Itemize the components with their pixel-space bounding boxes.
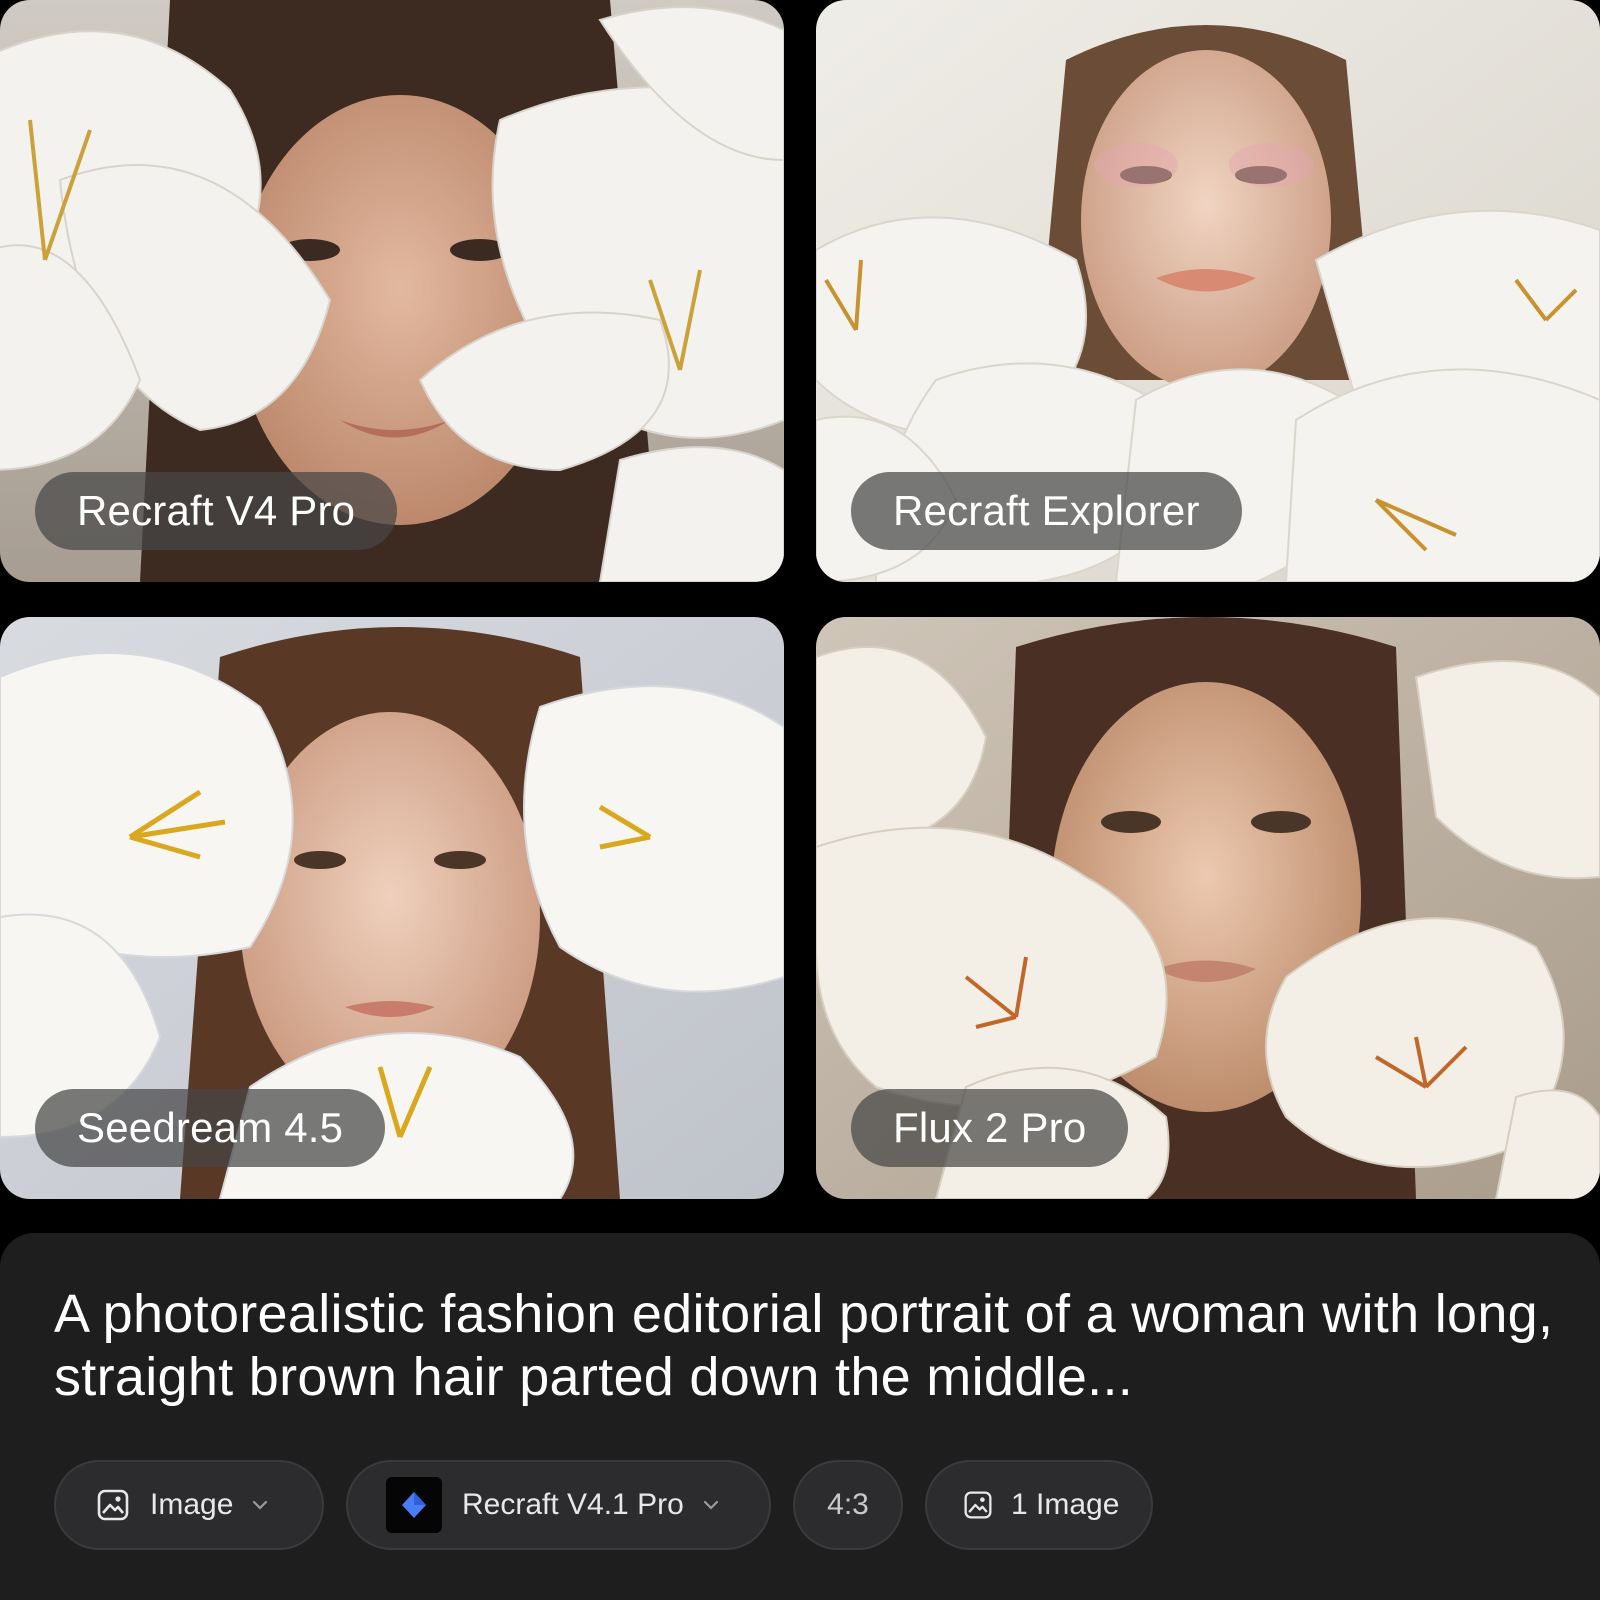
result-tile-2[interactable]: Recraft Explorer — [816, 0, 1600, 582]
output-type-label: Image — [150, 1488, 234, 1521]
model-name-label: Flux 2 Pro — [851, 1089, 1129, 1167]
aspect-ratio-button[interactable]: 4:3 — [793, 1460, 903, 1550]
result-tile-4[interactable]: Flux 2 Pro — [816, 617, 1600, 1199]
image-count-label: 1 Image — [1011, 1488, 1120, 1521]
app-page: Recraft V4 Pro Recraft Explorer Seedream… — [0, 0, 1600, 1600]
image-icon — [97, 1489, 129, 1521]
model-name-label: Seedream 4.5 — [35, 1089, 386, 1167]
output-type-dropdown[interactable]: Image — [54, 1460, 324, 1550]
model-name-label: Recraft Explorer — [851, 472, 1242, 550]
chevron-down-icon — [253, 1500, 268, 1510]
model-selector-dropdown[interactable]: Recraft V4.1 Pro — [346, 1460, 771, 1550]
image-icon — [964, 1491, 992, 1519]
model-selector-label: Recraft V4.1 Pro — [462, 1488, 684, 1521]
chevron-down-icon — [703, 1500, 718, 1510]
image-count-button[interactable]: 1 Image — [925, 1460, 1153, 1550]
result-tile-1[interactable]: Recraft V4 Pro — [0, 0, 784, 582]
prompt-panel: A photorealistic fashion editorial portr… — [0, 1233, 1600, 1600]
aspect-ratio-label: 4:3 — [827, 1488, 869, 1521]
model-name-label: Recraft V4 Pro — [35, 472, 398, 550]
prompt-text[interactable]: A photorealistic fashion editorial portr… — [54, 1283, 1554, 1409]
result-tile-3[interactable]: Seedream 4.5 — [0, 617, 784, 1199]
diamond-logo-icon — [386, 1477, 442, 1533]
